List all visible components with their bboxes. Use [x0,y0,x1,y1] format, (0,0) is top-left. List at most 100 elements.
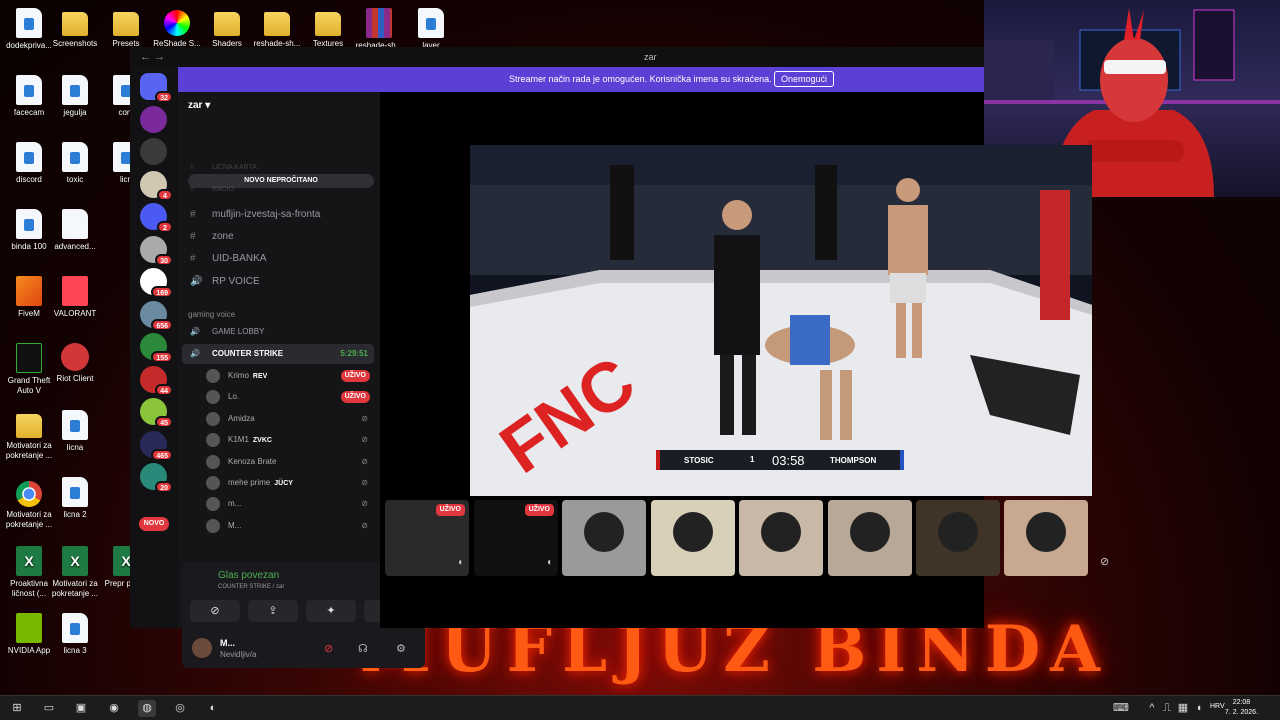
discord-icon[interactable]: ◍ [138,700,156,717]
desktop-icon[interactable]: Screenshots [46,8,104,49]
channel-item[interactable]: # mufljin-izvestaj-sa-fronta [182,205,374,225]
participant-tile[interactable] [562,500,646,576]
headphones-icon[interactable]: ☊ [358,642,368,655]
back-forward-icon[interactable]: ← → [140,51,165,63]
desktop-icon[interactable]: licna 2 [46,477,104,520]
channel-item[interactable]: # zone [182,227,374,247]
voice-user[interactable]: Amidza ⊘ [206,410,372,428]
file-icon [16,414,42,438]
volume-icon[interactable]: ◖ [1190,700,1208,717]
server-icon[interactable]: 2 [140,203,173,233]
participant-tile[interactable] [1004,500,1088,576]
desktop-icon[interactable]: licna [46,410,104,453]
server-icon[interactable]: 465 [140,430,173,461]
keyboard-icon[interactable]: ⌨ [1112,700,1130,717]
participant-tile[interactable] [916,500,1000,576]
desktop-icon[interactable]: Riot Client [46,343,104,384]
hide-streams-icon[interactable]: ⊘ [1100,555,1109,568]
server-icon[interactable]: 4 [140,170,173,201]
volume-icon[interactable]: ◖ [457,557,463,568]
avatar [761,512,801,552]
desktop-icon[interactable]: jegulja [46,75,104,118]
stream-video[interactable]: FNC [470,145,1092,496]
voice-user[interactable]: Kenoza Brate ⊘ [206,453,372,471]
voice-channel[interactable]: 🔊 GAME LOBBY [182,322,374,342]
server-header[interactable]: zar ▾ [188,100,210,111]
server-icon[interactable]: 45 [140,398,173,428]
voice-channel-info[interactable]: COUNTER STRIKE / zar [218,584,284,590]
participant-tile[interactable]: UŽIVO ◖ [474,500,558,576]
language-indicator[interactable]: HRV [1210,703,1225,710]
file-icon [62,276,88,306]
voice-channel-name: GAME LOBBY [212,327,265,336]
file-icon [16,8,42,38]
desktop-icon[interactable]: VALORANT [46,276,104,319]
desktop-icon[interactable]: layer [402,8,460,51]
gear-icon[interactable]: ⚙ [396,642,406,655]
voice-user[interactable]: m... ⊘ [206,495,372,513]
voice-timer: 5:29:51 [340,349,368,358]
desktop-icon-label: licna 2 [63,510,87,519]
category-gaming-voice[interactable]: gaming voice [188,310,235,319]
channel-item[interactable]: # LICNA KARTA [182,158,374,178]
server-icon[interactable]: 44 [140,365,173,396]
server-icon[interactable]: 169 [140,268,173,298]
mic-muted-icon[interactable]: ⊘ [324,642,333,655]
voice-user[interactable]: Lo. UŽIVO [206,388,372,406]
desktop-icon[interactable]: advanced... [46,209,104,252]
desktop-icon[interactable]: licna 3 [46,613,104,656]
server-icon[interactable]: 20 [140,463,173,493]
share-screen-icon[interactable]: ⇪ [248,600,298,622]
server-icon[interactable]: 656 [140,300,173,331]
voice-user[interactable]: Krimo REV UŽIVO [206,367,372,385]
obs-icon[interactable]: ◎ [171,700,189,717]
disable-streamer-button[interactable]: Onemogući [774,71,835,87]
server-icon[interactable] [140,138,167,165]
store-icon[interactable]: ▣ [72,700,90,717]
file-icon [62,613,88,643]
mention-badge: 169 [151,286,173,298]
file-explorer-icon[interactable]: ▭ [40,700,58,717]
voice-user[interactable]: K1M1 ZVKC ⊘ [206,431,372,449]
voice-channel[interactable]: 🔊 COUNTER STRIKE 5:29:51 [182,344,374,364]
desktop-icon-label: advanced... [54,242,96,251]
server-icon[interactable] [140,105,167,133]
windows-start-icon[interactable]: ⊞ [8,700,26,717]
channel-item[interactable]: # RADIO [182,180,374,200]
voice-user[interactable]: mehe prime JÜCY ⊘ [206,474,372,492]
participant-tile[interactable] [651,500,735,576]
avatar[interactable] [192,638,212,658]
chrome-icon[interactable]: ◐ [204,700,222,717]
octagon-scene: FNC [470,145,1092,496]
desktop-icon[interactable]: toxic [46,142,104,185]
desktop-icon-label: toxic [66,175,84,184]
desktop-icon[interactable]: Textures [299,8,357,49]
live-badge: UŽIVO [524,504,554,516]
desktop-icon[interactable]: Presets [97,8,155,49]
channel-item[interactable]: # UID-BANKA [182,249,374,269]
volume-icon[interactable]: ◖ [546,557,552,568]
activities-icon[interactable]: ✦ [306,600,356,622]
camera-off-icon[interactable]: ⊘ [190,600,240,622]
hash-icon: # [190,253,196,264]
voice-user[interactable]: M... ⊘ [206,517,372,535]
server-icon[interactable]: 155 [140,333,173,363]
steam-icon[interactable]: ◉ [105,700,123,717]
channel-item[interactable]: 🔊 RP VOICE [182,272,374,292]
novo-pill[interactable]: NOVO [139,517,169,531]
file-icon [113,12,139,36]
desktop-icon[interactable]: Motivatori za pokretanje ... [46,546,104,599]
mention-badge: 2 [157,221,173,233]
participant-tile[interactable] [739,500,823,576]
file-icon [62,142,88,172]
avatar [206,433,220,448]
clock[interactable]: 22:08 7. 2. 2026. [1225,698,1258,718]
participant-tile[interactable]: UŽIVO ◖ [385,500,469,576]
voice-user-name: Lo. [228,392,240,402]
file-icon [315,12,341,36]
desktop-icon[interactable]: reshade-sh... [248,8,306,49]
server-icon[interactable]: 30 [140,235,173,266]
server-icon[interactable]: 32 [140,73,173,103]
participant-tile[interactable] [828,500,912,576]
desktop-icon[interactable]: reshade-sh... [350,8,408,51]
